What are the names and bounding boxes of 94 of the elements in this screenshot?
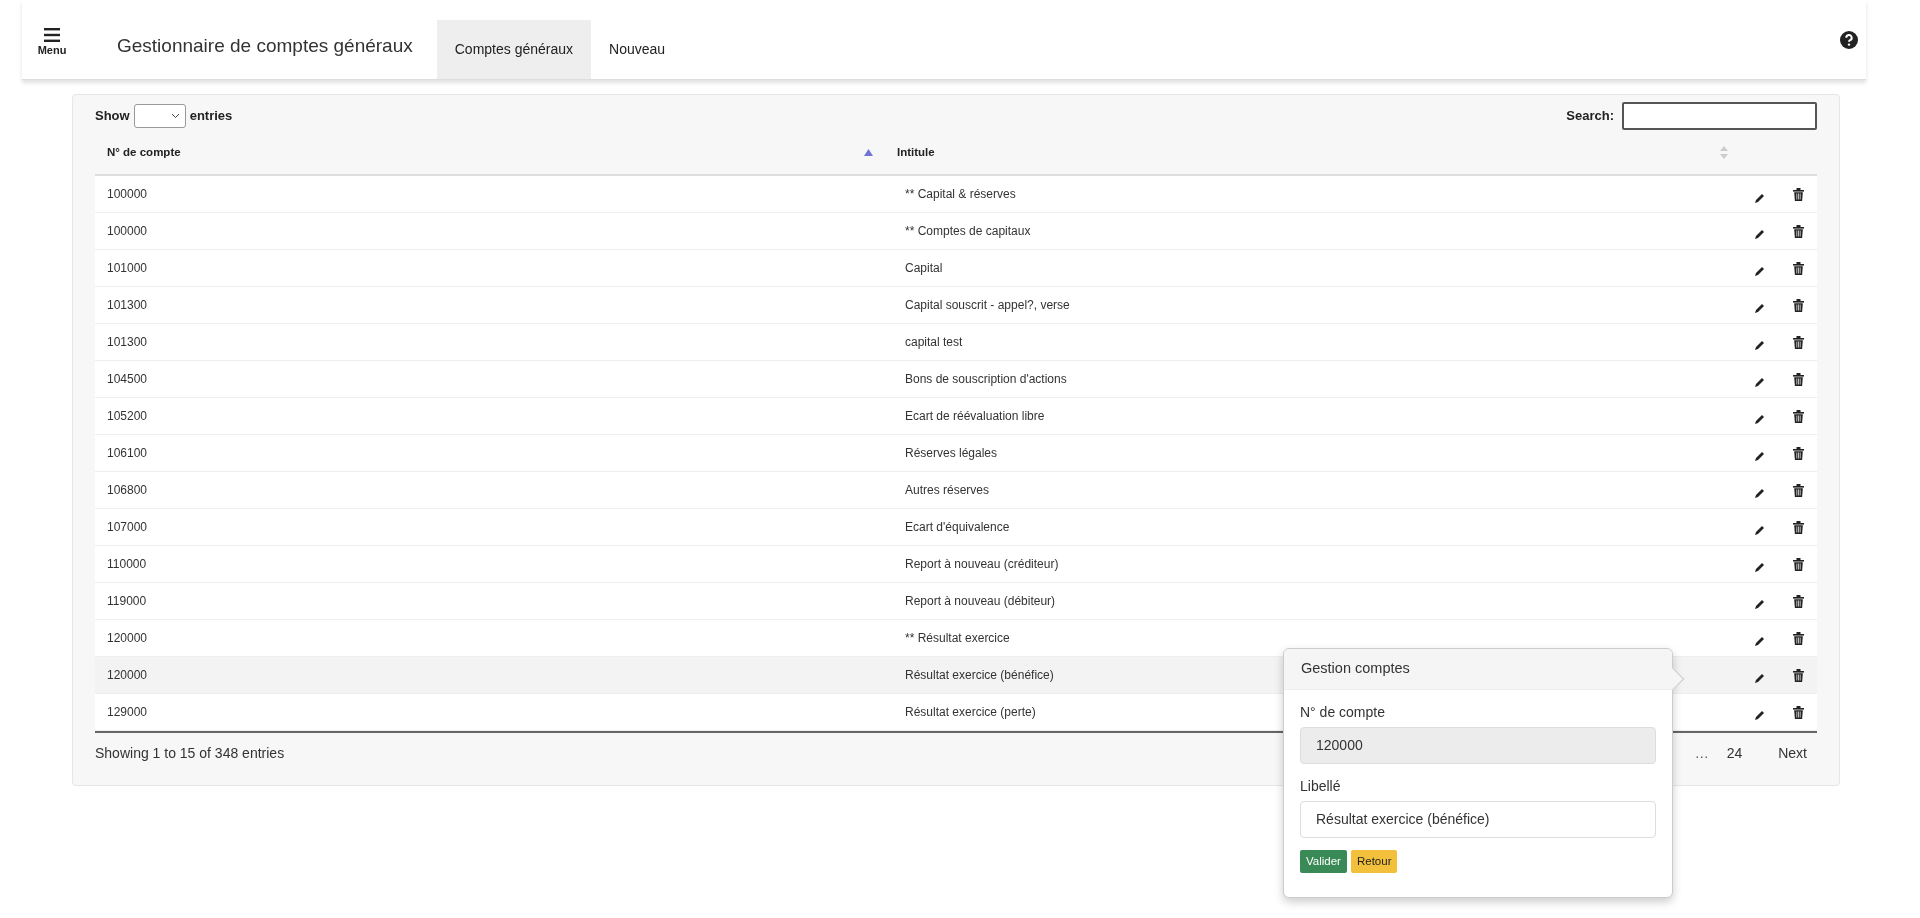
sort-ascending-icon[interactable]	[864, 149, 873, 156]
trash-icon[interactable]	[1792, 668, 1804, 682]
trash-icon[interactable]	[1792, 261, 1804, 275]
popover-title: Gestion comptes	[1284, 649, 1672, 690]
table-row[interactable]: 104500 Bons de souscription d'actions	[95, 360, 1817, 397]
pencil-icon[interactable]	[1753, 450, 1766, 463]
account-number-cell: 100000	[95, 175, 885, 212]
app-title: Gestionnaire de comptes généraux	[116, 34, 414, 59]
account-title-cell: Autres réserves	[885, 471, 1740, 508]
column-header[interactable]: Intitule	[897, 143, 935, 162]
account-title-cell: ** Capital & réserves	[885, 175, 1740, 212]
table-row[interactable]: 105200 Ecart de réévaluation libre	[95, 397, 1817, 434]
trash-icon[interactable]	[1792, 520, 1804, 534]
account-title-cell: Report à nouveau (créditeur)	[885, 545, 1740, 582]
account-number-cell: 110000	[95, 545, 885, 582]
trash-icon[interactable]	[1792, 483, 1804, 497]
pencil-icon[interactable]	[1753, 191, 1766, 204]
show-label: Show	[95, 107, 130, 126]
pagination-ellipsis: …	[1693, 744, 1710, 763]
nav-tab[interactable]: Comptes généraux	[436, 20, 592, 79]
pencil-icon[interactable]	[1753, 228, 1766, 241]
entries-label: entries	[189, 107, 233, 126]
field-label: Libellé	[1300, 776, 1342, 796]
trash-icon[interactable]	[1792, 557, 1804, 571]
field-label: N° de compte	[1300, 702, 1386, 722]
account-number-cell: 101300	[95, 323, 885, 360]
account-number-cell: 100000	[95, 212, 885, 249]
account-number-cell: 106100	[95, 434, 885, 471]
table-row[interactable]: 110000 Report à nouveau (créditeur)	[95, 545, 1817, 582]
account-number-cell: 120000	[95, 619, 885, 656]
pencil-icon[interactable]	[1753, 635, 1766, 648]
trash-icon[interactable]	[1792, 631, 1804, 645]
account-title-cell: Réserves légales	[885, 434, 1740, 471]
entries-info: Showing 1 to 15 of 348 entries	[95, 744, 285, 763]
pencil-icon[interactable]	[1753, 598, 1766, 611]
pencil-icon[interactable]	[1753, 302, 1766, 315]
account-title-cell: Ecart de réévaluation libre	[885, 397, 1740, 434]
pencil-icon[interactable]	[1753, 709, 1766, 722]
trash-icon[interactable]	[1792, 298, 1804, 312]
pencil-icon[interactable]	[1753, 339, 1766, 352]
trash-icon[interactable]	[1792, 372, 1804, 386]
pencil-icon[interactable]	[1753, 561, 1766, 574]
menu-icon	[44, 28, 60, 43]
account-number-cell: 129000	[95, 693, 885, 730]
table-row[interactable]: 106100 Réserves légales	[95, 434, 1817, 471]
pencil-icon[interactable]	[1753, 265, 1766, 278]
nav-tab[interactable]: Nouveau	[591, 20, 684, 79]
pencil-icon[interactable]	[1753, 672, 1766, 685]
account-title-cell: ** Comptes de capitaux	[885, 212, 1740, 249]
page-length-select[interactable]	[133, 104, 186, 128]
trash-icon[interactable]	[1792, 224, 1804, 238]
table-row[interactable]: 100000 ** Comptes de capitaux	[95, 212, 1817, 249]
account-title-cell: Capital	[885, 249, 1740, 286]
chevron-down-icon	[170, 113, 180, 119]
account-title-cell: Ecart d'équivalence	[885, 508, 1740, 545]
account-number-cell: 120000	[95, 656, 885, 693]
account-number-cell: 119000	[95, 582, 885, 619]
trash-icon[interactable]	[1792, 335, 1804, 349]
back-button[interactable]: Retour	[1350, 849, 1398, 873]
pencil-icon[interactable]	[1753, 524, 1766, 537]
account-number-cell: 105200	[95, 397, 885, 434]
account-number-cell: 106800	[95, 471, 885, 508]
table-row[interactable]: 101300 Capital souscrit - appel?, verse	[95, 286, 1817, 323]
trash-icon[interactable]	[1792, 188, 1804, 202]
trash-icon[interactable]	[1792, 705, 1804, 719]
table-row[interactable]: 119000 Report à nouveau (débiteur)	[95, 582, 1817, 619]
label-field[interactable]: Résultat exercice (bénéfice)	[1300, 800, 1656, 838]
trash-icon[interactable]	[1792, 409, 1804, 423]
search-label: Search:	[1566, 107, 1614, 126]
account-title-cell: Capital souscrit - appel?, verse	[885, 286, 1740, 323]
pencil-icon[interactable]	[1753, 413, 1766, 426]
trash-icon[interactable]	[1792, 594, 1804, 608]
account-title-cell: Report à nouveau (débiteur)	[885, 582, 1740, 619]
account-title-cell: Bons de souscription d'actions	[885, 360, 1740, 397]
table-row[interactable]: 106800 Autres réserves	[95, 471, 1817, 508]
column-header[interactable]: N° de compte	[107, 143, 181, 162]
trash-icon[interactable]	[1792, 446, 1804, 460]
next-page-link[interactable]: Next	[1756, 743, 1817, 764]
table-row[interactable]: 101000 Capital	[95, 249, 1817, 286]
table-row[interactable]: 100000 ** Capital & réserves	[95, 175, 1817, 212]
confirm-button[interactable]: Valider	[1300, 849, 1347, 873]
page-link[interactable]: 24	[1712, 743, 1757, 764]
search-field[interactable]	[1622, 102, 1817, 130]
pencil-icon[interactable]	[1753, 487, 1766, 500]
table-row[interactable]: 107000 Ecart d'équivalence	[95, 508, 1817, 545]
pencil-icon[interactable]	[1753, 376, 1766, 389]
account-title-cell: capital test	[885, 323, 1740, 360]
account-number-cell: 104500	[95, 360, 885, 397]
account-number-cell: 107000	[95, 508, 885, 545]
account-number-cell: 101000	[95, 249, 885, 286]
table-row[interactable]: 101300 capital test	[95, 323, 1817, 360]
account-number-cell: 101300	[95, 286, 885, 323]
menu-button[interactable]: Menu	[22, 8, 82, 79]
help-icon[interactable]	[1840, 30, 1858, 49]
